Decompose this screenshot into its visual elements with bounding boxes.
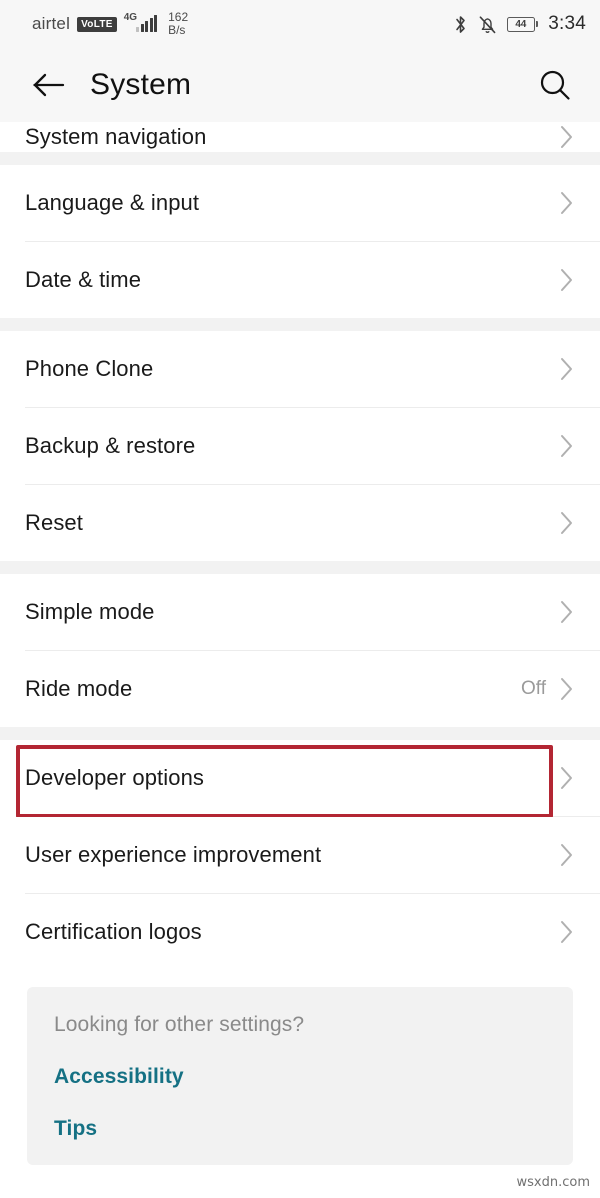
other-settings-card-area: Looking for other settings? Accessibilit…	[0, 970, 600, 1165]
row-label: Simple mode	[25, 599, 155, 624]
section-gap	[0, 318, 600, 331]
settings-row-system-navigation[interactable]: System navigation	[0, 122, 600, 152]
carrier-label: airtel	[32, 14, 71, 33]
chevron-right-icon	[556, 190, 578, 216]
row-value: Off	[521, 678, 546, 699]
chevron-right-icon	[556, 599, 578, 625]
search-icon[interactable]	[532, 62, 578, 108]
chevron-right-icon	[556, 267, 578, 293]
settings-group: Phone Clone Backup & restore Reset	[0, 331, 600, 561]
row-label: Phone Clone	[25, 356, 154, 381]
chevron-right-icon	[556, 433, 578, 459]
settings-row-wrapper: System navigation	[0, 122, 600, 152]
settings-row-wrapper: Simple mode	[0, 574, 600, 650]
clock-label: 3:34	[548, 13, 586, 34]
settings-row-wrapper: Backup & restore	[0, 408, 600, 484]
chevron-right-icon	[556, 842, 578, 868]
settings-row-wrapper: Certification logos	[0, 894, 600, 970]
settings-row-simple-mode[interactable]: Simple mode	[0, 574, 600, 650]
back-arrow-icon[interactable]	[26, 62, 72, 108]
row-label: Ride mode	[25, 676, 133, 701]
settings-row-reset[interactable]: Reset	[0, 485, 600, 561]
settings-row-wrapper: Reset	[0, 485, 600, 561]
settings-row-certification-logos[interactable]: Certification logos	[0, 894, 600, 970]
settings-row-wrapper: Developer options	[0, 740, 600, 818]
section-gap	[0, 152, 600, 165]
bell-muted-icon	[478, 14, 497, 35]
settings-row-wrapper: Ride mode Off	[0, 651, 600, 727]
network-type-label: 4G	[123, 12, 138, 23]
settings-row-wrapper: Date & time	[0, 242, 600, 318]
app-bar: System	[0, 48, 600, 122]
other-settings-title: Looking for other settings?	[54, 1013, 305, 1036]
settings-group: Simple mode Ride mode Off	[0, 574, 600, 727]
row-label: Date & time	[25, 267, 142, 292]
chevron-right-icon	[556, 765, 578, 791]
settings-group: Developer options User experience improve…	[0, 740, 600, 970]
chevron-right-icon	[556, 676, 578, 702]
other-settings-card: Looking for other settings? Accessibilit…	[27, 987, 573, 1165]
settings-row-user-experience-improvement[interactable]: User experience improvement	[0, 817, 600, 893]
row-label: User experience improvement	[25, 842, 322, 867]
row-label: Language & input	[25, 190, 200, 215]
row-label: System navigation	[25, 124, 207, 149]
chevron-right-icon	[556, 919, 578, 945]
settings-row-wrapper: Phone Clone	[0, 331, 600, 407]
bluetooth-icon	[453, 14, 468, 35]
row-label: Backup & restore	[25, 433, 196, 458]
row-label: Developer options	[25, 765, 205, 790]
settings-list[interactable]: System navigation Language & input Date & …	[0, 122, 600, 1198]
settings-row-language-input[interactable]: Language & input	[0, 165, 600, 241]
settings-group: System navigation	[0, 122, 600, 152]
battery-percent-label: 44	[515, 18, 527, 30]
status-bar: airtel VoLTE 4G 162 B/s 44 3:34	[0, 0, 600, 48]
settings-row-backup-restore[interactable]: Backup & restore	[0, 408, 600, 484]
data-speed-unit: B/s	[168, 23, 186, 37]
signal-indicator: 4G	[124, 12, 158, 32]
signal-bars-icon	[136, 15, 158, 32]
status-bar-left: airtel VoLTE 4G 162 B/s	[32, 11, 188, 36]
page-title: System	[90, 68, 192, 101]
chevron-right-icon	[556, 356, 578, 382]
section-gap	[0, 727, 600, 740]
settings-row-wrapper: User experience improvement	[0, 817, 600, 893]
link-accessibility[interactable]: Accessibility	[54, 1065, 546, 1089]
chevron-right-icon	[556, 510, 578, 536]
volte-badge: VoLTE	[77, 16, 117, 32]
status-bar-right: 44 3:34	[453, 13, 586, 35]
data-speed-indicator: 162 B/s	[168, 11, 188, 36]
row-label: Certification logos	[25, 919, 202, 944]
link-tips[interactable]: Tips	[54, 1117, 546, 1141]
section-gap	[0, 561, 600, 574]
settings-row-wrapper: Language & input	[0, 165, 600, 241]
watermark: wsxdn.com	[516, 1175, 591, 1190]
settings-row-phone-clone[interactable]: Phone Clone	[0, 331, 600, 407]
settings-group: Language & input Date & time	[0, 165, 600, 318]
row-label: Reset	[25, 510, 83, 535]
settings-row-ride-mode[interactable]: Ride mode Off	[0, 651, 600, 727]
chevron-right-icon	[556, 124, 578, 150]
settings-row-developer-options[interactable]: Developer options	[0, 740, 600, 816]
settings-list-root: System navigation Language & input Date & …	[0, 122, 600, 970]
phone-screen: airtel VoLTE 4G 162 B/s 44 3:34 System S…	[0, 0, 600, 1198]
settings-row-date-time[interactable]: Date & time	[0, 242, 600, 318]
battery-icon: 44	[506, 16, 539, 32]
